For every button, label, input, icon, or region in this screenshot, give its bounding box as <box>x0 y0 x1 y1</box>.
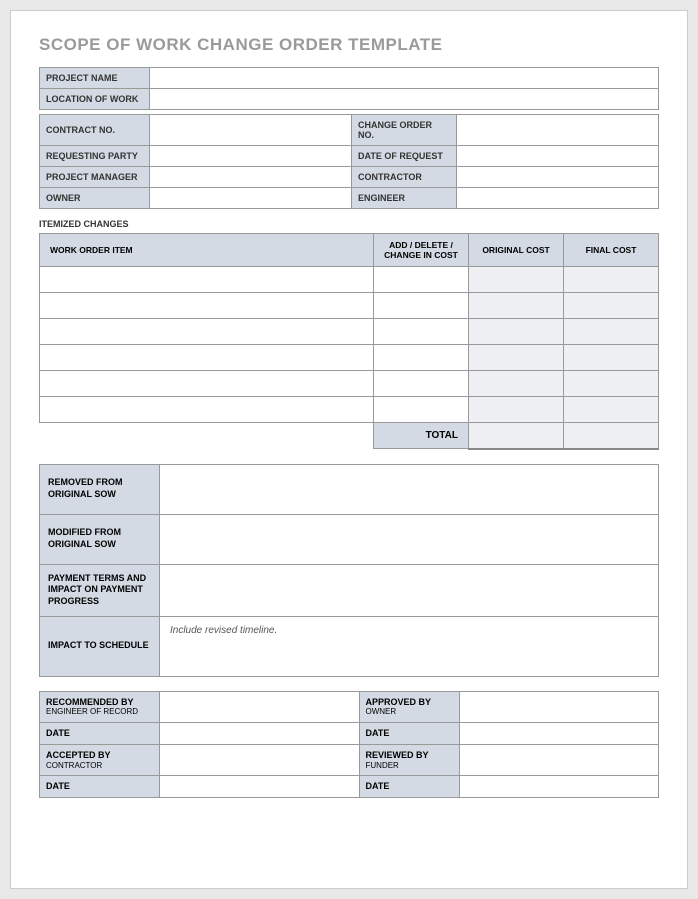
item-cell[interactable] <box>40 371 374 397</box>
date-of-request-value[interactable] <box>457 146 659 167</box>
owner-label: OWNER <box>40 188 150 209</box>
table-row <box>40 397 659 423</box>
date-of-request-label: DATE OF REQUEST <box>352 146 457 167</box>
table-row <box>40 293 659 319</box>
item-cell[interactable] <box>40 345 374 371</box>
payment-value[interactable] <box>160 564 659 616</box>
change-cell[interactable] <box>374 293 469 319</box>
schedule-label: IMPACT TO SCHEDULE <box>40 616 160 676</box>
item-cell[interactable] <box>40 293 374 319</box>
date1-right-label: DATE <box>359 722 459 744</box>
change-order-no-value[interactable] <box>457 115 659 146</box>
original-cell[interactable] <box>469 267 564 293</box>
col-work-order: WORK ORDER ITEM <box>40 234 374 267</box>
reviewed-label: REVIEWED BY FUNDER <box>359 744 459 775</box>
accepted-label: ACCEPTED BY CONTRACTOR <box>40 744 160 775</box>
date2-right-label: DATE <box>359 776 459 798</box>
schedule-value[interactable]: Include revised timeline. <box>160 616 659 676</box>
page-title: SCOPE OF WORK CHANGE ORDER TEMPLATE <box>39 35 659 55</box>
itemized-table: WORK ORDER ITEM ADD / DELETE / CHANGE IN… <box>39 233 659 450</box>
date2-left-label: DATE <box>40 776 160 798</box>
table-row <box>40 267 659 293</box>
location-label: LOCATION OF WORK <box>40 89 150 110</box>
original-cell[interactable] <box>469 345 564 371</box>
col-final: FINAL COST <box>564 234 659 267</box>
date1-left-label: DATE <box>40 722 160 744</box>
total-label: TOTAL <box>374 423 469 449</box>
document-page: SCOPE OF WORK CHANGE ORDER TEMPLATE PROJ… <box>10 10 688 889</box>
requesting-party-label: REQUESTING PARTY <box>40 146 150 167</box>
item-cell[interactable] <box>40 397 374 423</box>
requesting-party-value[interactable] <box>150 146 352 167</box>
final-cell[interactable] <box>564 397 659 423</box>
col-add-delete: ADD / DELETE / CHANGE IN COST <box>374 234 469 267</box>
table-row <box>40 371 659 397</box>
original-cell[interactable] <box>469 319 564 345</box>
change-cell[interactable] <box>374 345 469 371</box>
original-cell[interactable] <box>469 397 564 423</box>
final-cell[interactable] <box>564 371 659 397</box>
accepted-value[interactable] <box>160 744 360 775</box>
final-cell[interactable] <box>564 319 659 345</box>
project-name-label: PROJECT NAME <box>40 68 150 89</box>
recommended-value[interactable] <box>160 691 360 722</box>
owner-value[interactable] <box>150 188 352 209</box>
col-original: ORIGINAL COST <box>469 234 564 267</box>
total-final <box>564 423 659 449</box>
details-table: REMOVED FROM ORIGINAL SOW MODIFIED FROM … <box>39 464 659 677</box>
date2-right-value[interactable] <box>459 776 659 798</box>
project-manager-label: PROJECT MANAGER <box>40 167 150 188</box>
final-cell[interactable] <box>564 345 659 371</box>
engineer-label: ENGINEER <box>352 188 457 209</box>
reviewed-value[interactable] <box>459 744 659 775</box>
header-table-1: PROJECT NAME LOCATION OF WORK <box>39 67 659 110</box>
change-cell[interactable] <box>374 397 469 423</box>
final-cell[interactable] <box>564 293 659 319</box>
final-cell[interactable] <box>564 267 659 293</box>
project-manager-value[interactable] <box>150 167 352 188</box>
total-original <box>469 423 564 449</box>
original-cell[interactable] <box>469 371 564 397</box>
total-row: TOTAL <box>40 423 659 449</box>
table-row <box>40 345 659 371</box>
project-name-value[interactable] <box>150 68 659 89</box>
modified-value[interactable] <box>160 514 659 564</box>
payment-label: PAYMENT TERMS AND IMPACT ON PAYMENT PROG… <box>40 564 160 616</box>
location-value[interactable] <box>150 89 659 110</box>
date2-left-value[interactable] <box>160 776 360 798</box>
contractor-label: CONTRACTOR <box>352 167 457 188</box>
header-table-2: CONTRACT NO. CHANGE ORDER NO. REQUESTING… <box>39 114 659 209</box>
removed-value[interactable] <box>160 464 659 514</box>
original-cell[interactable] <box>469 293 564 319</box>
removed-label: REMOVED FROM ORIGINAL SOW <box>40 464 160 514</box>
recommended-label: RECOMMENDED BY ENGINEER OF RECORD <box>40 691 160 722</box>
change-cell[interactable] <box>374 267 469 293</box>
item-cell[interactable] <box>40 319 374 345</box>
approved-value[interactable] <box>459 691 659 722</box>
modified-label: MODIFIED FROM ORIGINAL SOW <box>40 514 160 564</box>
contract-no-value[interactable] <box>150 115 352 146</box>
signatures-table: RECOMMENDED BY ENGINEER OF RECORD APPROV… <box>39 691 659 798</box>
date1-left-value[interactable] <box>160 722 360 744</box>
approved-label: APPROVED BY OWNER <box>359 691 459 722</box>
item-cell[interactable] <box>40 267 374 293</box>
change-order-no-label: CHANGE ORDER NO. <box>352 115 457 146</box>
engineer-value[interactable] <box>457 188 659 209</box>
itemized-section-title: ITEMIZED CHANGES <box>39 219 659 229</box>
contract-no-label: CONTRACT NO. <box>40 115 150 146</box>
date1-right-value[interactable] <box>459 722 659 744</box>
change-cell[interactable] <box>374 371 469 397</box>
contractor-value[interactable] <box>457 167 659 188</box>
change-cell[interactable] <box>374 319 469 345</box>
table-row <box>40 319 659 345</box>
